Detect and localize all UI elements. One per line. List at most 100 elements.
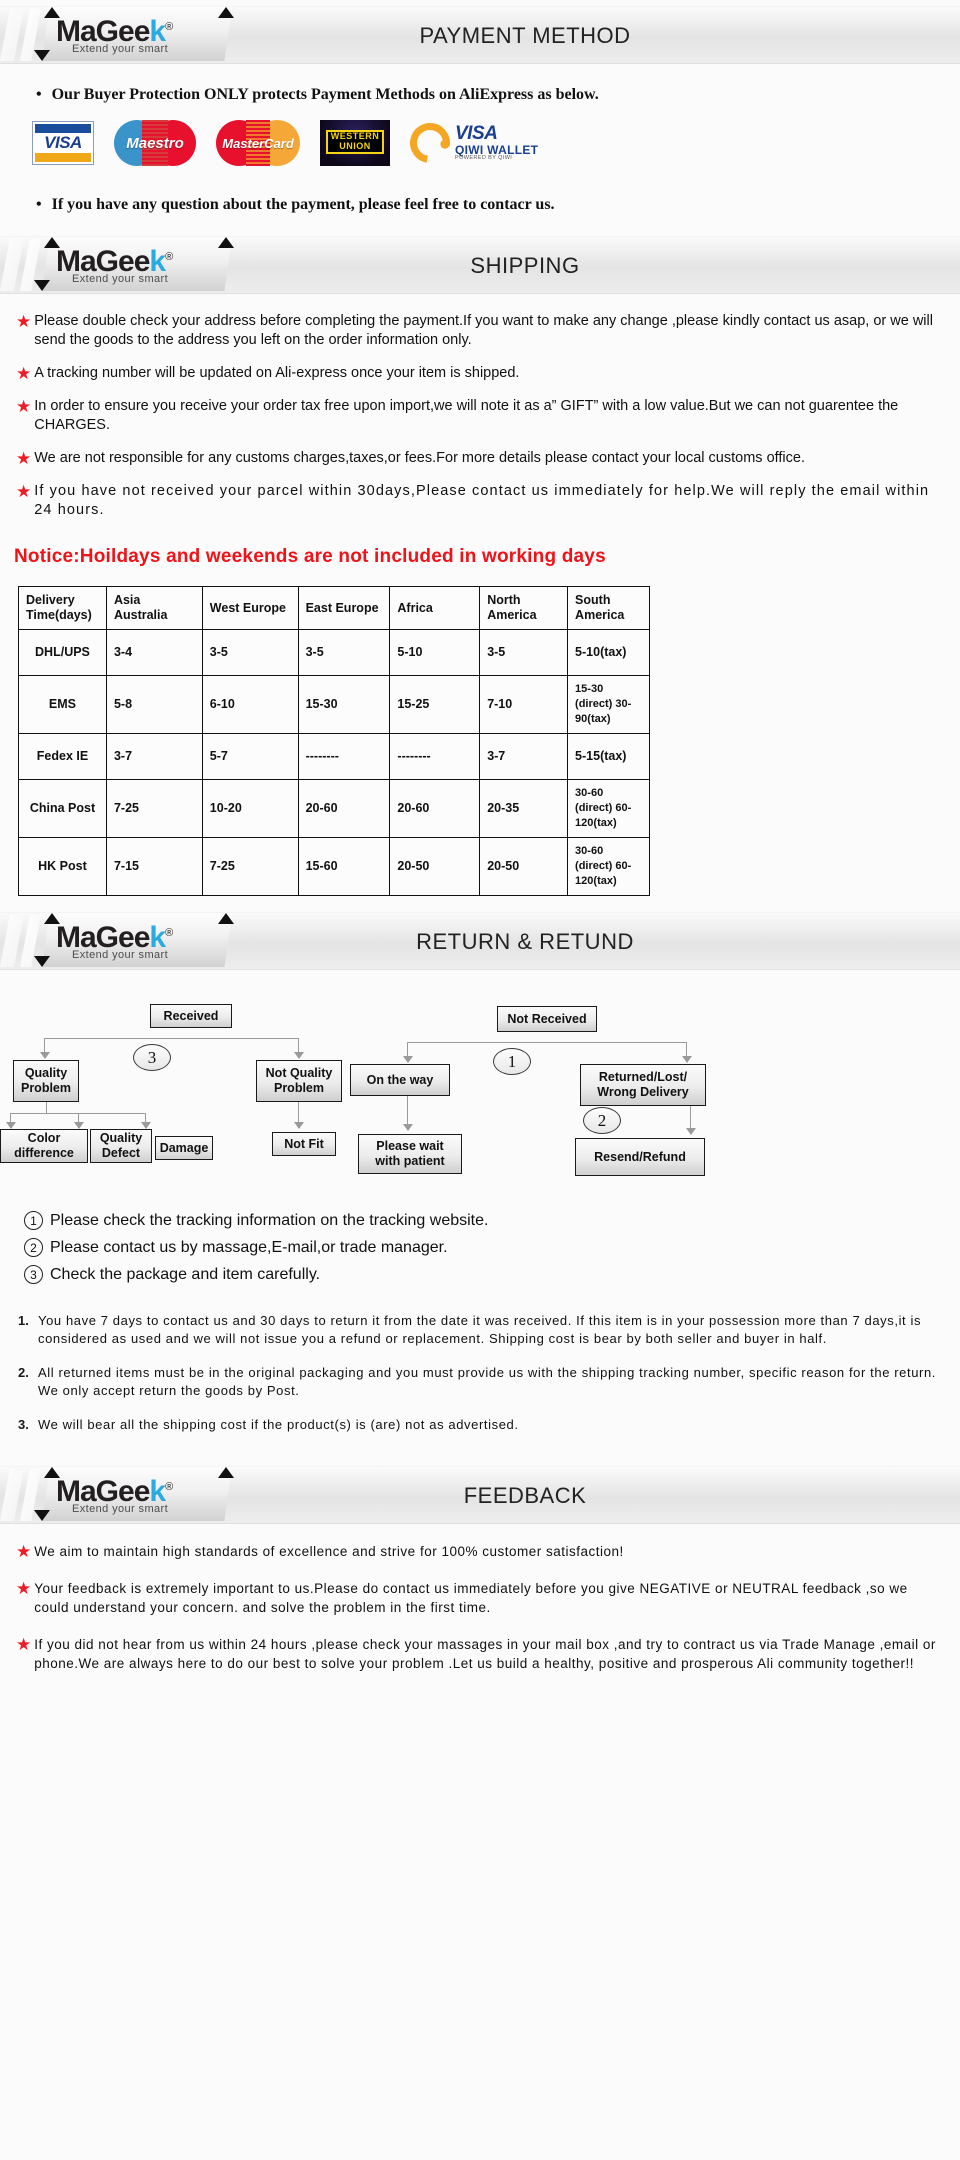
return-policy-number: 2. <box>18 1365 29 1380</box>
star-icon: ★ <box>16 449 32 468</box>
visa-logo: VISA <box>32 121 94 165</box>
circled-note: 2 Please contact us by massage,E-mail,or… <box>24 1238 960 1257</box>
shipping-bullet: ★ If you have not received your parcel w… <box>16 482 938 520</box>
qiwi-wallet-logo: VISA QIWI WALLET POWERED BY QIWI <box>402 115 538 171</box>
payment-logo-row: VISA Maestro MasterCard WESTERN UNION VI… <box>0 110 960 176</box>
shipping-bullet: ★ A tracking number will be updated on A… <box>16 364 938 383</box>
return-policy-item: 3. We will bear all the shipping cost if… <box>18 1416 940 1434</box>
table-cell: 5-15(tax) <box>567 733 650 780</box>
table-cell: -------- <box>389 733 481 780</box>
return-policy-list: 1. You have 7 days to contact us and 30 … <box>0 1298 960 1460</box>
qiwi-powered-label: POWERED BY QIWI <box>455 155 513 162</box>
table-cell: 7-10 <box>479 675 569 734</box>
shipping-section-banner: MaGeek® Extend your smart SHIPPING <box>0 236 960 294</box>
flow-line <box>407 1042 687 1043</box>
flow-arrow <box>40 1052 50 1059</box>
table-row: China Post 7-25 10-20 20-60 20-60 20-35 … <box>18 779 650 838</box>
mastercard-logo-label: MasterCard <box>222 135 294 151</box>
return-section-title: RETURN & RETUND <box>416 929 634 954</box>
flow-arrow <box>294 1052 304 1059</box>
table-cell: 5-7 <box>201 733 299 780</box>
flow-arrow <box>686 1128 696 1135</box>
circled-number: 1 <box>24 1211 43 1230</box>
qiwi-visa-label: VISA <box>455 122 498 144</box>
shipping-bullet: ★ We are not responsible for any customs… <box>16 449 938 468</box>
table-cell-carrier: HK Post <box>18 837 107 896</box>
return-flowcharts: Received 3 Quality Problem Not Quality P… <box>0 986 960 1201</box>
table-cell-carrier: China Post <box>18 779 107 838</box>
shipping-bullet: ★ Please double check your address befor… <box>16 312 938 350</box>
table-header-cell: Africa <box>389 586 481 630</box>
feedback-bullet-list: ★ We aim to maintain high standards of e… <box>0 1524 960 1713</box>
table-header-cell: North America <box>479 586 569 630</box>
table-cell: 3-5 <box>297 629 391 676</box>
table-header-cell: West Europe <box>201 586 299 630</box>
table-cell: 7-25 <box>105 779 203 838</box>
flow-arrow <box>682 1056 692 1063</box>
flow-node-not-fit: Not Fit <box>272 1132 336 1156</box>
feedback-bullet-text: We aim to maintain high standards of exc… <box>34 1544 624 1559</box>
visa-logo-label: VISA <box>44 133 82 152</box>
table-cell: 7-25 <box>201 837 299 896</box>
flow-node-quality-problem: Quality Problem <box>13 1060 79 1102</box>
flow-node-on-the-way: On the way <box>350 1064 450 1096</box>
payment-question-line: • If you have any question about the paym… <box>0 176 960 230</box>
feedback-section-title: FEEDBACK <box>463 1483 587 1508</box>
feedback-bullet-text: If you did not hear from us within 24 ho… <box>34 1637 936 1671</box>
bullet-dot-icon: • <box>36 86 42 103</box>
table-cell: 10-20 <box>201 779 299 838</box>
table-cell-carrier: DHL/UPS <box>18 629 107 676</box>
qiwi-q-icon <box>402 115 458 171</box>
feedback-section-banner: MaGeek® Extend your smart FEEDBACK <box>0 1466 960 1524</box>
table-cell: 5-10(tax) <box>567 629 650 676</box>
flow-node-received: Received <box>150 1004 232 1028</box>
payment-section-banner: MaGeek® Extend your smart PAYMENT METHOD <box>0 6 960 64</box>
flow-arrow <box>141 1122 151 1129</box>
star-icon: ★ <box>16 1542 32 1561</box>
return-policy-item: 2. All returned items must be in the ori… <box>18 1364 940 1400</box>
flow-node-not-quality-problem: Not Quality Problem <box>256 1060 342 1102</box>
maestro-logo-label: Maestro <box>126 134 184 152</box>
flow-marker-1: 1 <box>493 1048 531 1075</box>
table-header-cell: East Europe <box>297 586 391 630</box>
table-header-row: Delivery Time(days) Asia Australia West … <box>18 586 650 630</box>
return-policy-number: 1. <box>18 1313 29 1328</box>
table-cell: 15-25 <box>389 675 481 734</box>
table-cell: 7-15 <box>105 837 203 896</box>
table-cell: 5-8 <box>105 675 203 734</box>
mastercard-logo: MasterCard <box>216 120 300 166</box>
payment-section-title: PAYMENT METHOD <box>419 23 631 48</box>
table-cell: 20-50 <box>479 837 569 896</box>
circled-note-text: Please check the tracking information on… <box>50 1211 489 1229</box>
table-cell: 15-60 <box>297 837 391 896</box>
western-union-logo: WESTERN UNION <box>320 120 390 166</box>
payment-protection-text: Our Buyer Protection ONLY protects Payme… <box>51 86 599 103</box>
flow-node-resend-refund: Resend/Refund <box>575 1138 705 1176</box>
flow-node-returned-lost-wrong-delivery: Returned/Lost/ Wrong Delivery <box>580 1064 706 1106</box>
table-cell: 5-10 <box>389 629 481 676</box>
shipping-bullet-text: A tracking number will be updated on Ali… <box>34 365 520 381</box>
return-policy-text: We will bear all the shipping cost if th… <box>38 1417 519 1432</box>
return-policy-text: All returned items must be in the origin… <box>38 1365 937 1398</box>
flow-node-not-received: Not Received <box>497 1006 597 1032</box>
flow-arrow <box>74 1122 84 1129</box>
table-cell: 15-30 (direct) 30-90(tax) <box>567 675 650 734</box>
star-icon: ★ <box>16 364 32 383</box>
western-union-label-top: WESTERN <box>330 131 380 141</box>
table-header-cell: Delivery Time(days) <box>18 586 107 630</box>
table-cell: 20-60 <box>389 779 481 838</box>
table-cell: 20-50 <box>389 837 481 896</box>
flow-node-please-wait: Please wait with patient <box>358 1134 462 1174</box>
table-cell: 3-5 <box>201 629 299 676</box>
western-union-label-bottom: UNION <box>339 141 371 151</box>
shipping-bullet: ★ In order to ensure you receive your or… <box>16 397 938 435</box>
shipping-bullet-text: We are not responsible for any customs c… <box>34 450 805 466</box>
table-header-cell: Asia Australia <box>105 586 203 630</box>
shipping-bullet-text: If you have not received your parcel wit… <box>34 483 930 518</box>
shipping-notice: Notice:Hoildays and weekends are not inc… <box>14 546 606 567</box>
flow-marker-3: 3 <box>133 1044 171 1071</box>
table-cell: 15-30 <box>297 675 391 734</box>
star-icon: ★ <box>16 312 32 331</box>
delivery-time-table: Delivery Time(days) Asia Australia West … <box>18 586 650 896</box>
